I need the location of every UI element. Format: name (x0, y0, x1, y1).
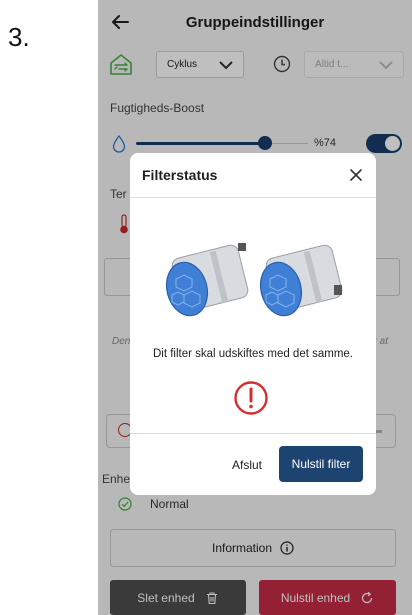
warning-circle-icon (234, 381, 268, 415)
filter-cartridges-image (165, 243, 343, 317)
screenshot-page: 3. Gruppeindstillinger Cyklus Altid t...… (0, 0, 412, 615)
reset-filter-button[interactable]: Nulstil filter (279, 446, 363, 482)
close-icon[interactable] (348, 167, 364, 183)
step-number: 3. (8, 22, 30, 52)
dialog-footer-divider (130, 433, 376, 434)
dialog-title: Filterstatus (142, 167, 218, 183)
cancel-button[interactable]: Afslut (232, 458, 262, 472)
dialog-divider (130, 197, 376, 198)
filter-status-dialog: Filterstatus Dit filter skal udskiftes m… (130, 153, 376, 495)
dialog-message: Dit filter skal udskiftes med det samme. (152, 348, 354, 360)
